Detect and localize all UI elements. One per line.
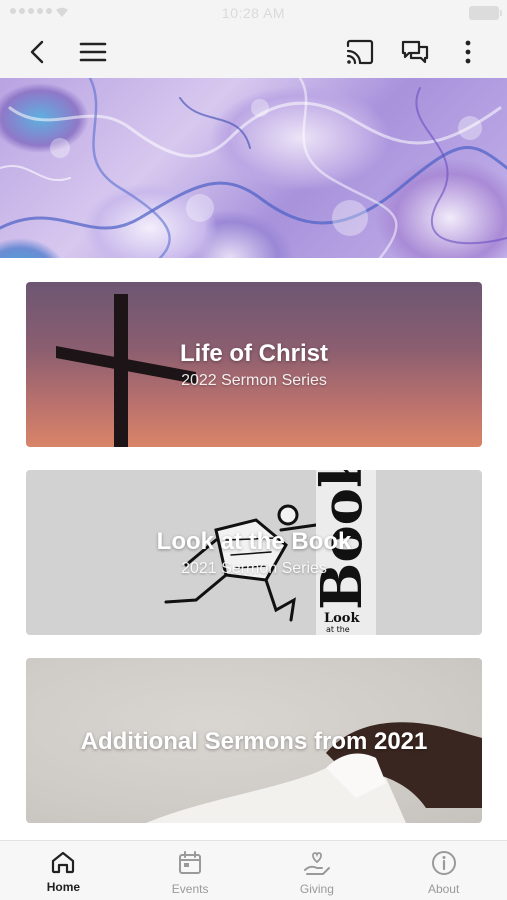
info-icon bbox=[431, 851, 456, 875]
card-title: Life of Christ bbox=[180, 340, 328, 367]
card-title: Additional Sermons from 2021 bbox=[80, 728, 428, 755]
chat-icon bbox=[401, 40, 429, 64]
tab-label: Giving bbox=[299, 882, 334, 896]
giving-icon bbox=[303, 852, 330, 875]
chat-button[interactable] bbox=[399, 36, 431, 68]
tab-about[interactable]: About bbox=[380, 841, 507, 900]
back-icon bbox=[30, 40, 44, 64]
book-art-small-1: Look bbox=[324, 611, 360, 626]
tab-label: About bbox=[427, 882, 460, 896]
status-time: 10:28 AM bbox=[221, 5, 286, 21]
tab-label: Events bbox=[171, 882, 209, 896]
sermon-series-card-look-at-the-book[interactable]: Book Look at the Look at the Book 2021 S… bbox=[26, 470, 482, 635]
book-art-small-2: at the bbox=[326, 625, 350, 634]
hero-banner-image bbox=[0, 78, 507, 258]
sermon-series-card-additional-2021[interactable]: Additional Sermons from 2021 bbox=[26, 658, 482, 823]
tab-giving[interactable]: Giving bbox=[254, 841, 381, 900]
nav-bar bbox=[0, 26, 507, 78]
sermon-series-card-life-of-christ[interactable]: Life of Christ 2022 Sermon Series bbox=[26, 282, 482, 447]
bottom-tab-bar: Home Events Giving About bbox=[0, 840, 507, 900]
status-bar: 10:28 AM bbox=[0, 0, 507, 26]
home-icon bbox=[52, 851, 75, 874]
cast-button[interactable] bbox=[344, 36, 376, 68]
battery-icon bbox=[469, 6, 502, 20]
card-subtitle: 2022 Sermon Series bbox=[181, 372, 327, 389]
tab-home[interactable]: Home bbox=[0, 841, 127, 900]
card-title: Look at the Book bbox=[156, 528, 352, 555]
cast-icon bbox=[346, 39, 374, 65]
menu-button[interactable] bbox=[77, 36, 109, 68]
tab-events[interactable]: Events bbox=[127, 841, 254, 900]
more-icon bbox=[465, 40, 471, 64]
calendar-icon bbox=[179, 851, 202, 874]
menu-icon bbox=[79, 42, 107, 62]
back-button[interactable] bbox=[22, 36, 54, 68]
tab-label: Home bbox=[46, 880, 81, 894]
more-button[interactable] bbox=[452, 36, 484, 68]
card-subtitle: 2021 Sermon Series bbox=[181, 560, 327, 577]
